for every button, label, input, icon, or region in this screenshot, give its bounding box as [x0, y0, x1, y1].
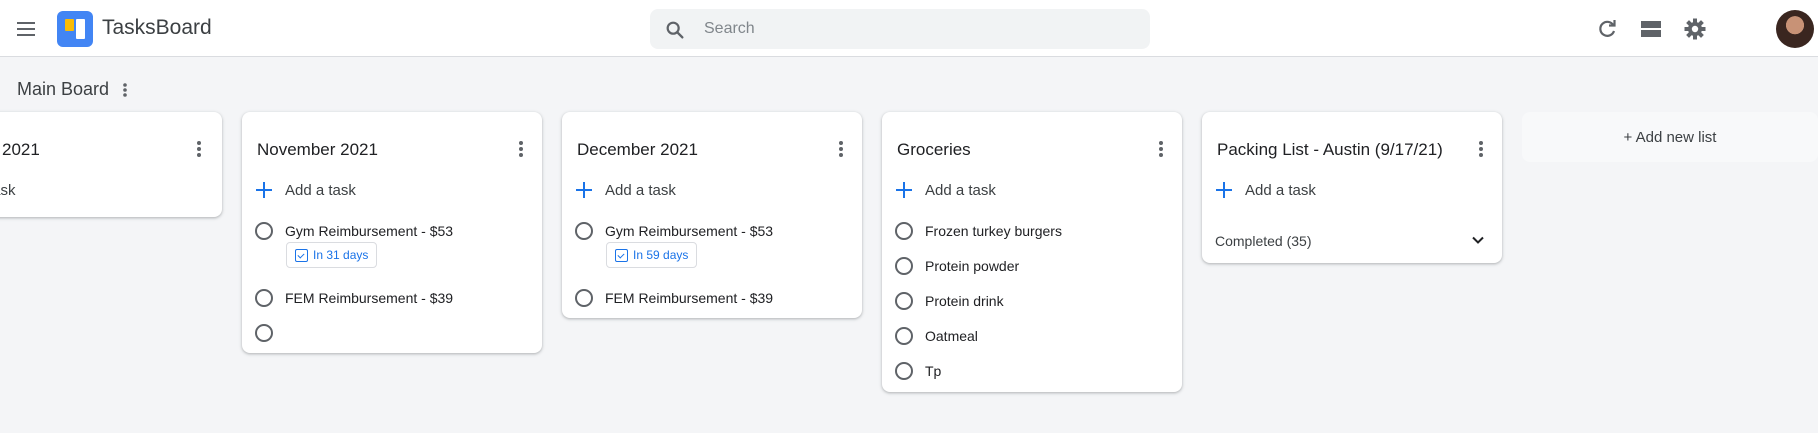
add-task-label: task: [0, 181, 16, 199]
add-task-label: Add a task: [285, 181, 356, 199]
list-title: November 2021: [257, 140, 378, 159]
refresh-icon[interactable]: [1595, 17, 1619, 41]
list-item: Protein drink: [895, 292, 1004, 310]
search-bar: [650, 9, 1150, 49]
app-title: TasksBoard: [102, 16, 212, 39]
search-input[interactable]: [704, 9, 1134, 49]
task-label[interactable]: Protein drink: [925, 292, 1004, 310]
due-date-text: In 59 days: [633, 248, 689, 262]
list-item: [255, 324, 285, 342]
task-label[interactable]: FEM Reimbursement - $39: [285, 289, 453, 307]
calendar-icon: [615, 248, 628, 262]
view-toggle-icon[interactable]: [1639, 17, 1663, 41]
task-checkbox[interactable]: [255, 289, 273, 307]
task-checkbox[interactable]: [895, 257, 913, 275]
search-icon[interactable]: [664, 19, 686, 41]
task-checkbox[interactable]: [895, 292, 913, 310]
list-title: Groceries: [897, 140, 971, 159]
task-label[interactable]: Protein powder: [925, 257, 1019, 275]
list-item: FEM Reimbursement - $39: [255, 289, 453, 307]
add-task-label: Add a task: [605, 181, 676, 199]
due-date-chip[interactable]: In 59 days: [606, 242, 698, 268]
task-label[interactable]: Frozen turkey burgers: [925, 222, 1062, 240]
add-task-label: Add a task: [925, 181, 996, 199]
gear-icon[interactable]: [1683, 17, 1707, 41]
avatar[interactable]: [1776, 10, 1814, 48]
add-task-button[interactable]: Add a task: [895, 178, 996, 202]
task-checkbox[interactable]: [895, 222, 913, 240]
add-task-label: Add a task: [1245, 181, 1316, 199]
menu-icon[interactable]: [14, 17, 38, 41]
task-label[interactable]: Tp: [925, 362, 941, 380]
task-list: Packing List - Austin (9/17/21) Add a ta…: [1202, 112, 1502, 263]
task-list: November 2021 Add a task Gym Reimburseme…: [242, 112, 542, 353]
add-task-button[interactable]: Add a task: [575, 178, 676, 202]
add-task-button[interactable]: Add a task: [255, 178, 356, 202]
list-item: Frozen turkey burgers: [895, 222, 1062, 240]
chevron-down-icon[interactable]: [1470, 232, 1486, 248]
task-list: 2021 task: [0, 112, 222, 217]
more-vert-icon[interactable]: [1474, 139, 1488, 161]
task-list: December 2021 Add a task Gym Reimburseme…: [562, 112, 862, 318]
add-task-button[interactable]: Add a task: [1215, 178, 1316, 202]
list-title: 2021: [2, 140, 40, 159]
task-checkbox[interactable]: [255, 324, 273, 342]
list-item: Oatmeal: [895, 327, 978, 345]
due-date-chip[interactable]: In 31 days: [286, 242, 378, 268]
add-task-button[interactable]: task: [0, 178, 16, 202]
task-label[interactable]: FEM Reimbursement - $39: [605, 289, 773, 307]
list-item: FEM Reimbursement - $39: [575, 289, 773, 307]
task-label[interactable]: Oatmeal: [925, 327, 978, 345]
list-title: December 2021: [577, 140, 698, 159]
list-item: Gym Reimbursement - $53: [575, 222, 773, 240]
plus-icon: [895, 181, 913, 199]
more-vert-icon[interactable]: [192, 139, 206, 161]
calendar-icon: [295, 248, 308, 262]
list-item: Gym Reimbursement - $53: [255, 222, 453, 240]
add-new-list-button[interactable]: + Add new list: [1522, 112, 1818, 162]
app-header: TasksBoard: [0, 0, 1818, 57]
task-list: Groceries Add a task Frozen turkey burge…: [882, 112, 1182, 392]
more-vert-icon[interactable]: [514, 139, 528, 161]
list-item: Tp: [895, 362, 941, 380]
task-label[interactable]: Gym Reimbursement - $53: [285, 222, 453, 240]
list-item: Protein powder: [895, 257, 1019, 275]
completed-toggle[interactable]: Completed (35): [1215, 233, 1312, 249]
plus-icon: [1215, 181, 1233, 199]
task-label[interactable]: Gym Reimbursement - $53: [605, 222, 773, 240]
plus-icon: [255, 181, 273, 199]
due-date-text: In 31 days: [313, 248, 369, 262]
task-checkbox[interactable]: [895, 327, 913, 345]
list-title: Packing List - Austin (9/17/21): [1217, 140, 1443, 159]
app-logo[interactable]: [57, 11, 93, 47]
more-vert-icon[interactable]: [834, 139, 848, 161]
board-more-icon[interactable]: [118, 80, 132, 100]
plus-icon: [575, 181, 593, 199]
task-checkbox[interactable]: [575, 222, 593, 240]
task-checkbox[interactable]: [575, 289, 593, 307]
task-checkbox[interactable]: [255, 222, 273, 240]
task-checkbox[interactable]: [895, 362, 913, 380]
board-title: Main Board: [17, 79, 110, 99]
more-vert-icon[interactable]: [1154, 139, 1168, 161]
